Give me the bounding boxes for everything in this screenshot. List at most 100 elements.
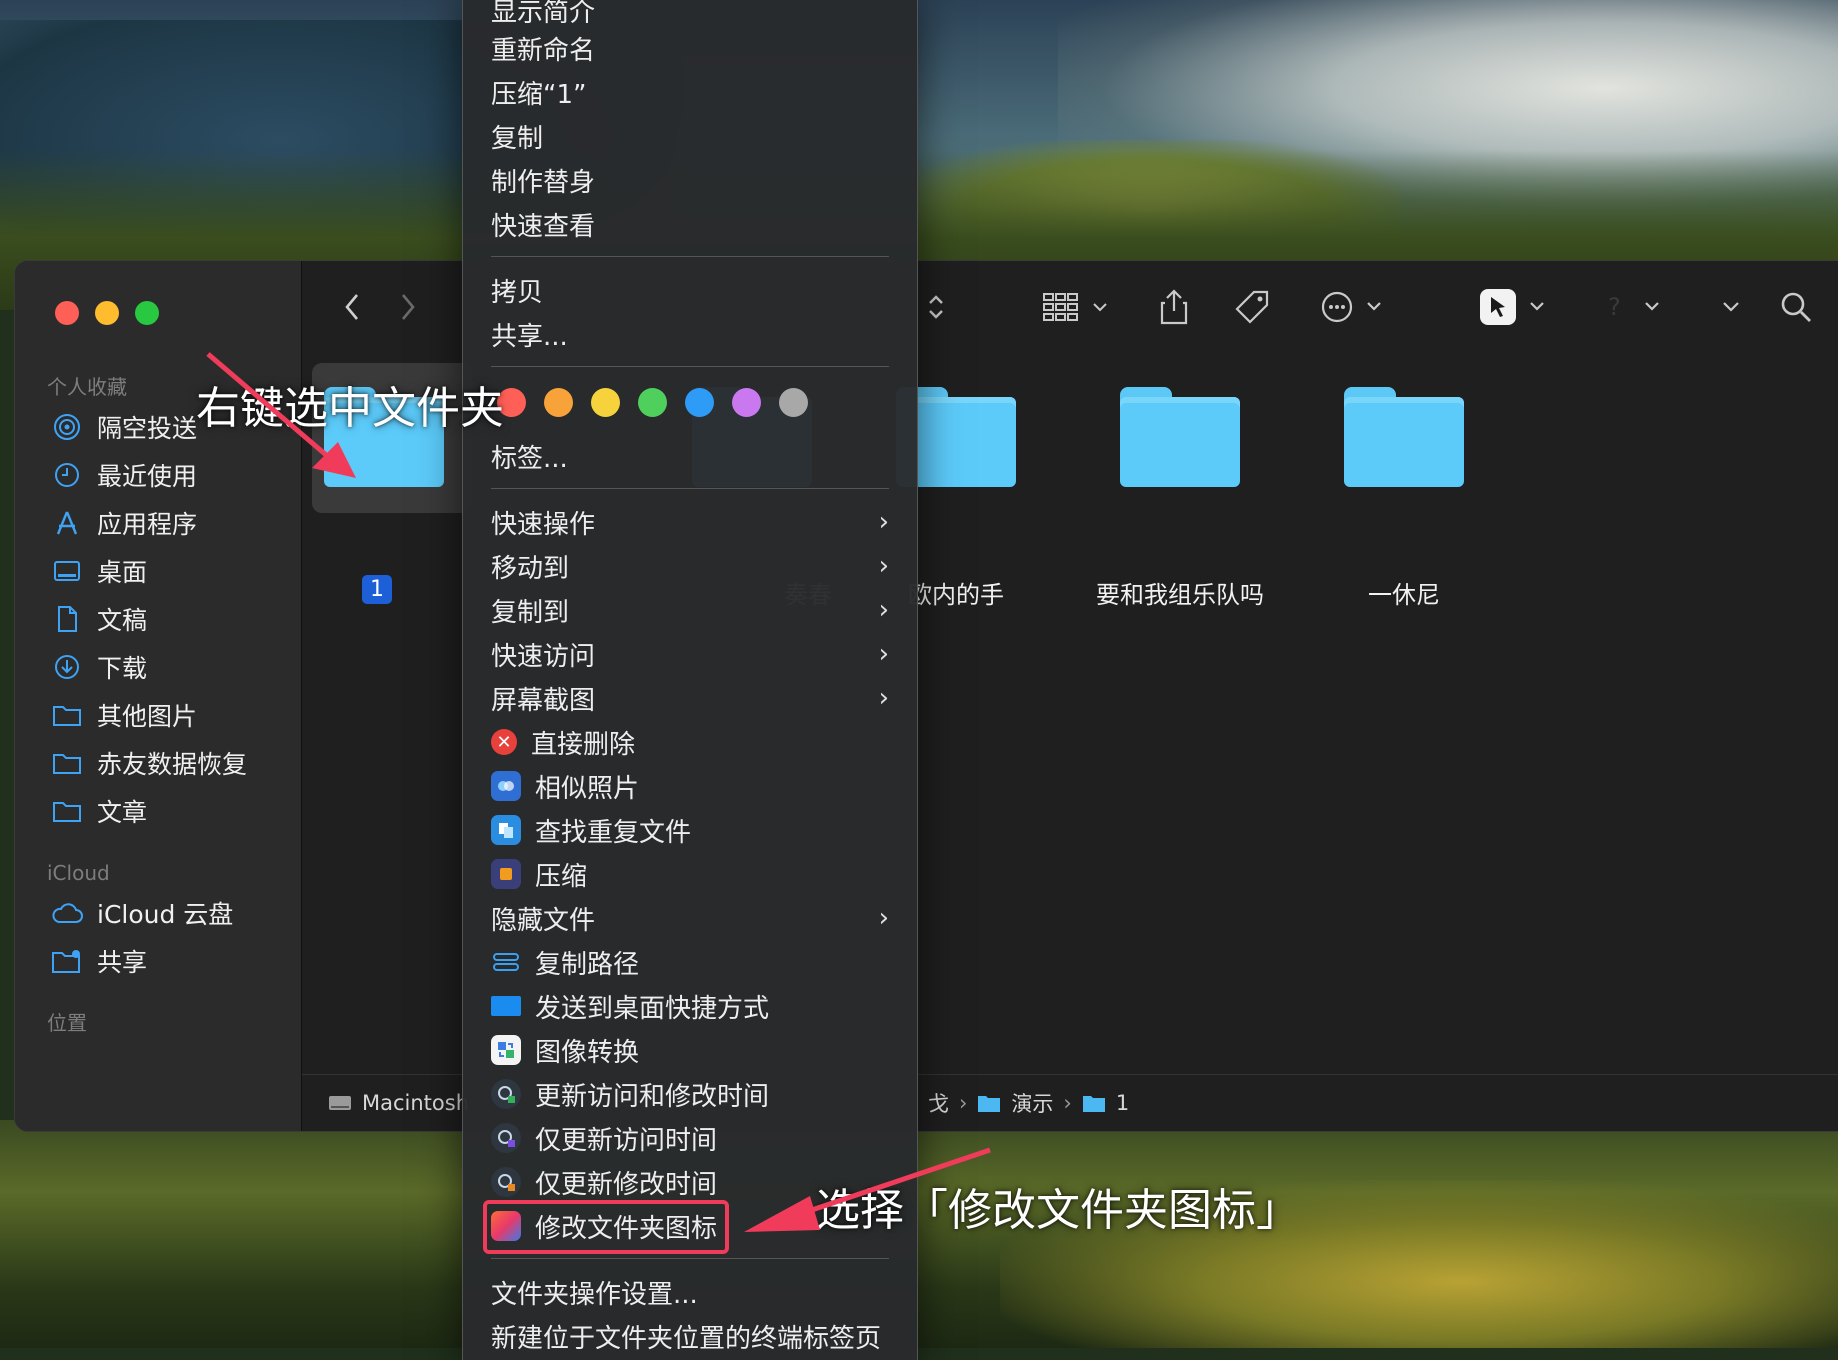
menu-item-desktop-shortcut[interactable]: 发送到桌面快捷方式 — [491, 986, 889, 1026]
menu-item-label: 新建位于文件夹位置的终端标签页 — [491, 1323, 882, 1354]
highlight-box — [483, 1200, 729, 1254]
menu-item-quick-actions[interactable]: 快速操作 › — [491, 502, 889, 542]
app-extension-icon[interactable] — [1478, 281, 1554, 333]
chevron-down-icon[interactable] — [1716, 281, 1746, 333]
path-partial[interactable]: 戈 — [928, 1088, 949, 1118]
time-icon — [491, 1079, 521, 1109]
menu-item-quick-access[interactable]: 快速访问 › — [491, 634, 889, 674]
menu-item-copy-path[interactable]: 复制路径 — [491, 942, 889, 982]
annotation-arrow-icon — [744, 1147, 991, 1232]
menu-item-duplicate[interactable]: 复制 — [491, 116, 889, 156]
menu-item-copy-to[interactable]: 复制到 › — [491, 590, 889, 630]
menu-item-find-duplicates[interactable]: 查找重复文件 — [491, 810, 889, 850]
menu-item-label: 仅更新修改时间 — [535, 1169, 718, 1200]
menu-item-move-to[interactable]: 移动到 › — [491, 546, 889, 586]
folder-band[interactable] — [1120, 387, 1240, 487]
photos-icon — [491, 771, 521, 801]
view-grid-button[interactable] — [1038, 281, 1118, 333]
menu-item-label: 压缩“1” — [491, 79, 587, 110]
menu-item-make-alias[interactable]: 制作替身 — [491, 160, 889, 200]
menu-item-compress-tool[interactable]: 压缩 — [491, 854, 889, 894]
more-actions-icon[interactable] — [1318, 281, 1392, 333]
sidebar-item-documents[interactable]: 文稿 — [51, 599, 147, 639]
menu-item-hidden-files[interactable]: 隐藏文件 › — [491, 898, 889, 938]
sidebar-item-icloud-drive[interactable]: iCloud 云盘 — [51, 893, 233, 933]
back-button[interactable] — [332, 281, 372, 333]
airdrop-icon — [51, 412, 83, 442]
menu-item-similar-photos[interactable]: 相似照片 — [491, 766, 889, 806]
sort-stepper-icon[interactable] — [918, 281, 954, 333]
menu-item-folder-actions-setup[interactable]: 文件夹操作设置... — [491, 1272, 889, 1312]
sidebar-item-downloads[interactable]: 下载 — [51, 647, 147, 687]
tag-blue[interactable] — [685, 388, 714, 417]
tag-icon[interactable] — [1230, 281, 1274, 333]
delete-icon: ✕ — [491, 729, 517, 755]
sidebar-item-desktop[interactable]: 桌面 — [51, 551, 147, 591]
search-icon[interactable] — [1774, 281, 1818, 333]
sidebar-item-other-pictures[interactable]: 其他图片 — [51, 695, 197, 735]
folder-ikkyu[interactable] — [1344, 387, 1464, 487]
path-separator: › — [959, 1091, 968, 1115]
menu-item-compress[interactable]: 压缩“1” — [491, 72, 889, 112]
sidebar-item-articles[interactable]: 文章 — [51, 791, 147, 831]
sidebar-item-recents[interactable]: 最近使用 — [51, 455, 197, 495]
path-disk-label: Macintosh — [362, 1091, 470, 1115]
sidebar-item-label: 赤友数据恢复 — [97, 750, 248, 779]
sidebar-item-shared[interactable]: 共享 — [51, 941, 147, 981]
menu-item-label: 隐藏文件 — [491, 905, 596, 936]
time-icon — [491, 1123, 521, 1153]
share-icon[interactable] — [1154, 281, 1194, 333]
menu-item-label: 重新命名 — [491, 35, 596, 66]
menu-item-image-convert[interactable]: 图像转换 — [491, 1030, 889, 1070]
menu-item-screenshot[interactable]: 屏幕截图 › — [491, 678, 889, 718]
menu-item-label: 制作替身 — [491, 167, 596, 198]
path-current[interactable]: 1 — [1116, 1091, 1129, 1115]
menu-separator — [491, 366, 889, 367]
sidebar-item-data-recovery[interactable]: 赤友数据恢复 — [51, 743, 247, 783]
folder-label: 要和我组乐队吗 — [1096, 581, 1264, 609]
tag-gray[interactable] — [779, 388, 808, 417]
tag-purple[interactable] — [732, 388, 761, 417]
menu-item-label: 发送到桌面快捷方式 — [535, 993, 770, 1024]
path-disk[interactable]: Macintosh — [328, 1091, 469, 1115]
chevron-right-icon: › — [878, 639, 889, 669]
duplicate-icon — [491, 815, 521, 845]
menu-item-label: 复制到 — [491, 597, 570, 628]
menu-item-get-info[interactable]: 显示简介 — [491, 0, 889, 30]
sidebar-item-label: 文章 — [97, 798, 148, 827]
close-button[interactable] — [55, 301, 79, 325]
download-icon — [51, 652, 83, 682]
sidebar-item-label: 下载 — [97, 654, 148, 683]
desktop-icon — [51, 556, 83, 586]
locations-heading: 位置 — [47, 1011, 87, 1035]
menu-item-copy[interactable]: 拷贝 — [491, 270, 889, 310]
forward-button[interactable] — [388, 281, 428, 333]
menu-item-label: 直接删除 — [531, 729, 636, 760]
minimize-button[interactable] — [95, 301, 119, 325]
sidebar-item-applications[interactable]: 应用程序 — [51, 503, 197, 543]
menu-item-label: 仅更新访问时间 — [535, 1125, 718, 1156]
tag-orange[interactable] — [544, 388, 573, 417]
menu-item-label: 快速访问 — [491, 641, 596, 672]
chevron-right-icon: › — [878, 683, 889, 713]
menu-item-share[interactable]: 共享... — [491, 314, 889, 354]
sidebar-item-airdrop[interactable]: 隔空投送 — [51, 407, 197, 447]
chevron-right-icon: › — [878, 903, 889, 933]
compress-icon — [491, 859, 521, 889]
menu-item-update-times[interactable]: 更新访问和修改时间 — [491, 1074, 889, 1114]
tag-yellow[interactable] — [591, 388, 620, 417]
menu-item-quick-look[interactable]: 快速查看 — [491, 204, 889, 244]
desktop-shortcut-icon — [491, 996, 521, 1016]
menu-item-tags[interactable]: 标签... — [491, 436, 889, 476]
path-demo[interactable]: 演示 — [1011, 1088, 1053, 1118]
menu-item-rename[interactable]: 重新命名 — [491, 28, 889, 68]
menu-item-new-terminal-tab[interactable]: 新建位于文件夹位置的终端标签页 — [491, 1316, 889, 1356]
sidebar-item-label: 应用程序 — [97, 510, 198, 539]
menu-item-label: 查找重复文件 — [535, 817, 692, 848]
tag-color-row — [497, 388, 808, 417]
menu-item-label: 相似照片 — [535, 773, 640, 804]
zoom-button[interactable] — [135, 301, 159, 325]
menu-item-delete[interactable]: ✕ 直接删除 — [491, 722, 889, 762]
tag-green[interactable] — [638, 388, 667, 417]
help-dropdown-icon[interactable]: ? — [1602, 281, 1668, 333]
